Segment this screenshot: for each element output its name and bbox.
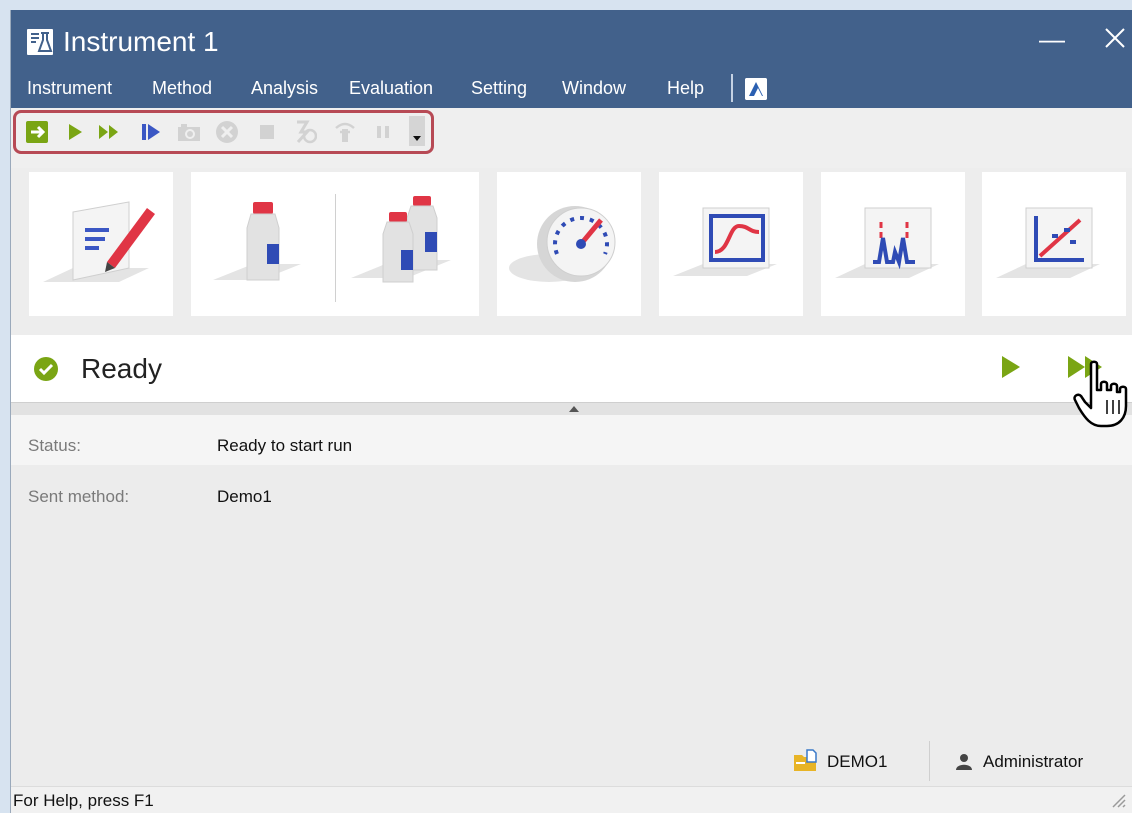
status-row: Status: Ready to start run: [11, 415, 1132, 465]
toolbar-overflow-button[interactable]: [409, 116, 425, 146]
sent-method-label: Sent method:: [28, 487, 130, 506]
stop-icon[interactable]: [255, 120, 279, 144]
vendor-logo-icon[interactable]: [745, 78, 767, 100]
enter-icon[interactable]: [25, 120, 49, 144]
status-label: Status:: [28, 436, 81, 455]
resize-grip-icon[interactable]: [1109, 791, 1127, 809]
instrument-app-icon: [27, 29, 53, 55]
sent-method-value: Demo1: [217, 487, 272, 506]
monitor-icon: [673, 207, 777, 276]
multi-vial-icon: [351, 196, 451, 283]
step-play-icon[interactable]: [139, 120, 163, 144]
collapse-arrow-icon[interactable]: [569, 406, 579, 412]
project-name[interactable]: DEMO1: [827, 752, 887, 772]
tile-method-edit[interactable]: [29, 172, 173, 316]
stop-circle-icon[interactable]: [215, 120, 239, 144]
tile-gauge[interactable]: [497, 172, 641, 316]
start-run-button[interactable]: [996, 353, 1024, 381]
chevron-down-icon: [413, 136, 421, 141]
workflow-tiles: [11, 168, 1132, 335]
minimize-button[interactable]: —: [1037, 24, 1067, 54]
title-bar[interactable]: Instrument 1 —: [11, 10, 1132, 68]
reinject-icon[interactable]: [293, 120, 317, 144]
tile-monitor[interactable]: [659, 172, 803, 316]
run-toolbar: [11, 108, 1132, 168]
footer-separator: [929, 741, 930, 781]
method-edit-icon: [43, 201, 155, 282]
gauge-icon: [509, 206, 616, 282]
tile-vials[interactable]: [191, 172, 479, 316]
ready-label: Ready: [81, 353, 162, 384]
tile-chromatogram[interactable]: [821, 172, 965, 316]
hand-cursor-icon: [1073, 360, 1128, 428]
user-name[interactable]: Administrator: [983, 752, 1083, 772]
check-circle-icon: [34, 357, 58, 381]
menu-help[interactable]: Help: [667, 76, 704, 100]
calibration-icon: [996, 207, 1100, 278]
instrument-window: Instrument 1 — Instrument Method Analysi…: [10, 10, 1132, 813]
single-vial-icon: [213, 202, 301, 281]
project-folder-icon[interactable]: [793, 749, 817, 773]
panel-splitter[interactable]: [11, 402, 1132, 416]
close-button[interactable]: [1097, 20, 1131, 54]
run-info-panel: Status: Ready to start run Sent method: …: [11, 415, 1132, 750]
status-bar-text: For Help, press F1: [13, 791, 154, 810]
fast-forward-icon[interactable]: [97, 120, 121, 144]
run-status-strip: Ready: [11, 335, 1132, 402]
status-bar: For Help, press F1: [11, 786, 1132, 813]
menu-setting[interactable]: Setting: [471, 76, 527, 100]
menu-evaluation[interactable]: Evaluation: [349, 76, 433, 100]
menu-instrument[interactable]: Instrument: [27, 76, 112, 100]
camera-icon[interactable]: [177, 120, 201, 144]
user-icon: [956, 754, 972, 770]
menu-bar: Instrument Method Analysis Evaluation Se…: [11, 68, 1132, 108]
chromatogram-icon: [835, 207, 939, 278]
menu-window[interactable]: Window: [562, 76, 626, 100]
menu-analysis[interactable]: Analysis: [251, 76, 318, 100]
play-icon[interactable]: [63, 120, 87, 144]
tile-calibration[interactable]: [982, 172, 1126, 316]
pause-icon[interactable]: [371, 120, 395, 144]
standby-icon[interactable]: [333, 120, 357, 144]
menu-method[interactable]: Method: [152, 76, 212, 100]
status-value: Ready to start run: [217, 436, 353, 455]
menu-separator: [731, 74, 733, 102]
window-title: Instrument 1: [63, 26, 219, 57]
footer-bar: DEMO1 Administrator: [11, 738, 1132, 786]
